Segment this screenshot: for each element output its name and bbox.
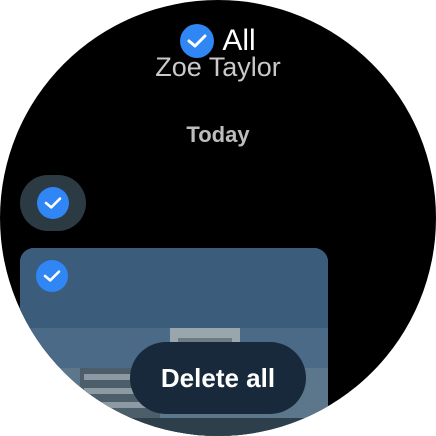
message-bubble[interactable]: [20, 175, 86, 231]
watch-screen: All Zoe Taylor Today Delete all: [0, 0, 436, 436]
check-icon: [44, 197, 62, 209]
message-select-check-icon[interactable]: [37, 187, 69, 219]
delete-all-button[interactable]: Delete all: [130, 342, 306, 414]
check-icon: [43, 270, 61, 282]
image-select-check-icon[interactable]: [36, 260, 68, 292]
date-header: Today: [186, 122, 250, 147]
check-icon: [187, 34, 207, 48]
contact-name: Zoe Taylor: [155, 52, 281, 82]
